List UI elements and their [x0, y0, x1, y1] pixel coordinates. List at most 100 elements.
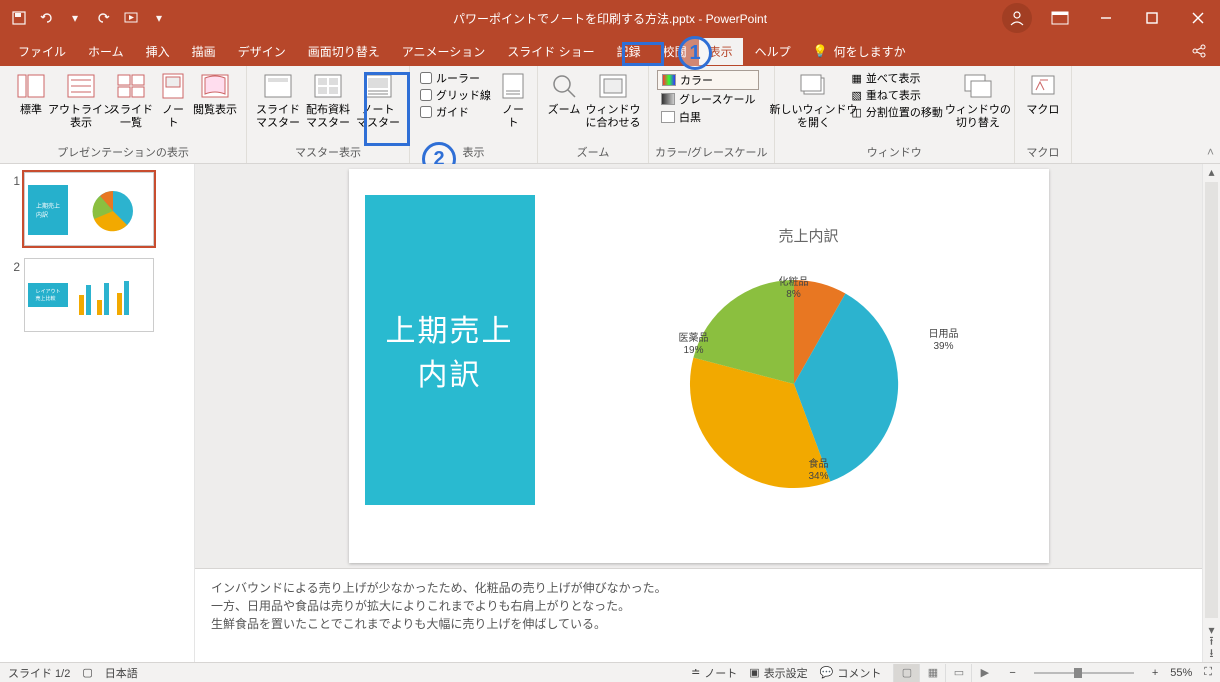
tab-design[interactable]: デザイン [228, 38, 296, 65]
slide-title-block[interactable]: 上期売上 内訳 [365, 195, 535, 505]
gridlines-checkbox[interactable]: グリッド線 [420, 87, 491, 103]
fit-to-window-icon[interactable]: ⛶ [1204, 666, 1212, 679]
tab-view[interactable]: 表示 [699, 38, 743, 65]
group-macro: マクロ マクロ [1015, 66, 1072, 163]
status-bar: スライド 1/2 ▢ 日本語 ≐ノート ▣表示設定 💬コメント ▢ ▦ ▭ ▶ … [0, 662, 1220, 682]
notes-pane-button[interactable]: ノー ト [495, 68, 531, 132]
thumbnail-1[interactable]: 上期売上内訳 [24, 172, 154, 246]
guides-checkbox[interactable]: ガイド [420, 104, 491, 120]
notes-page-button[interactable]: ノー ト [156, 68, 190, 132]
next-slide-icon[interactable]: ⭳ [1203, 646, 1220, 662]
normal-view-icon[interactable]: ▢ [893, 664, 919, 682]
undo-icon[interactable] [36, 7, 58, 29]
tell-me[interactable]: 💡 何をしますか [803, 38, 916, 65]
outline-view-button[interactable]: アウトライン 表示 [56, 68, 106, 132]
start-from-beginning-icon[interactable] [120, 7, 142, 29]
display-settings[interactable]: ▣表示設定 [749, 665, 807, 681]
zoom-value[interactable]: 55% [1170, 667, 1192, 679]
group-presentation-views: 標準 アウトライン 表示 スライド 一覧 ノー ト 閲覧表示 プレゼンテーション… [0, 66, 247, 163]
zoom-slider[interactable] [1034, 672, 1134, 674]
display-icon: ▣ [749, 666, 759, 679]
reading-view-button[interactable]: 閲覧表示 [190, 68, 240, 119]
thumb-number: 1 [4, 172, 20, 188]
ribbon-tabs: ファイル ホーム 挿入 描画 デザイン 画面切り替え アニメーション スライド … [0, 36, 1220, 66]
qat-customize-icon[interactable]: ▾ [148, 7, 170, 29]
tell-me-label: 何をしますか [834, 43, 906, 60]
undo-dropdown-icon[interactable]: ▾ [64, 7, 86, 29]
macros-button[interactable]: マクロ [1021, 68, 1065, 119]
pie-label-daily: 日用品39% [929, 329, 959, 353]
save-icon[interactable] [8, 7, 30, 29]
collapse-ribbon-icon[interactable]: ˄ [1207, 145, 1214, 159]
comments-toggle[interactable]: 💬コメント [820, 665, 882, 681]
reading-view-icon[interactable]: ▭ [945, 664, 971, 682]
language-indicator[interactable]: 日本語 [105, 665, 138, 681]
bw-mode-button[interactable]: 白黒 [657, 108, 759, 126]
zoom-out-button[interactable]: − [1009, 667, 1015, 679]
group-show: ルーラー グリッド線 ガイド ノー ト 表示 [410, 66, 538, 163]
vertical-scrollbar[interactable]: ▴ ▾ ⭱ ⭳ [1202, 164, 1220, 662]
notes-pane[interactable]: インバウンドによる売り上げが少なかったため、化粧品の売り上げが伸びなかった。 一… [195, 568, 1202, 662]
ruler-checkbox[interactable]: ルーラー [420, 70, 491, 86]
editor-area: 上期売上 内訳 売上内訳 化粧品8% 日用品39% [195, 164, 1202, 662]
thumbnail-2[interactable]: レイアウト売上比較 [24, 258, 154, 332]
tab-help[interactable]: ヘルプ [745, 38, 801, 65]
quick-access-toolbar: ▾ ▾ [0, 7, 178, 29]
cascade-icon: ▧ [852, 89, 862, 102]
scroll-up-icon[interactable]: ▴ [1203, 164, 1220, 180]
fit-window-button[interactable]: ウィンドウ に合わせる [584, 68, 642, 132]
notes-master-button[interactable]: ノート マスター [353, 68, 403, 132]
handout-master-button[interactable]: 配布資料 マスター [303, 68, 353, 132]
slide-master-button[interactable]: スライド マスター [253, 68, 303, 132]
pie-chart[interactable] [679, 269, 909, 499]
new-window-button[interactable]: 新しいウィンドウ を開く [781, 68, 847, 132]
pie-label-medicine: 医薬品19% [679, 333, 709, 357]
slide-sorter-button[interactable]: スライド 一覧 [106, 68, 156, 132]
tab-slideshow[interactable]: スライド ショー [497, 38, 604, 65]
account-avatar[interactable] [1002, 3, 1032, 33]
tab-insert[interactable]: 挿入 [136, 38, 180, 65]
slide-indicator[interactable]: スライド 1/2 [8, 665, 70, 681]
group-color: カラー グレースケール 白黒 カラー/グレースケール [649, 66, 775, 163]
color-mode-button[interactable]: カラー [657, 70, 759, 90]
grayscale-mode-button[interactable]: グレースケール [657, 90, 759, 108]
comment-icon: 💬 [820, 666, 834, 679]
pie-label-cosmetics: 化粧品8% [779, 277, 809, 301]
chart-title[interactable]: 売上内訳 [778, 225, 838, 246]
slide-canvas[interactable]: 上期売上 内訳 売上内訳 化粧品8% 日用品39% [349, 169, 1049, 563]
maximize-button[interactable] [1130, 0, 1174, 36]
redo-icon[interactable] [92, 7, 114, 29]
slide-thumbnails: 1 上期売上内訳 2 レイアウト売上比較 [0, 164, 195, 662]
slideshow-view-icon[interactable]: ▶ [971, 664, 997, 682]
zoom-button[interactable]: ズーム [544, 68, 584, 119]
tab-home[interactable]: ホーム [78, 38, 134, 65]
switch-window-button[interactable]: ウィンドウの 切り替え [948, 68, 1008, 132]
notes-toggle[interactable]: ≐ノート [691, 665, 737, 681]
ribbon: 標準 アウトライン 表示 スライド 一覧 ノー ト 閲覧表示 プレゼンテーション… [0, 66, 1220, 164]
tab-review[interactable]: 校閲 [653, 38, 697, 65]
arrange-all-button[interactable]: ▦並べて表示 [849, 70, 946, 86]
workspace: 1 上期売上内訳 2 レイアウト売上比較 [0, 164, 1220, 662]
sorter-view-icon[interactable]: ▦ [919, 664, 945, 682]
ribbon-display-icon[interactable] [1038, 0, 1082, 36]
tab-draw[interactable]: 描画 [182, 38, 226, 65]
split-icon: ◫ [852, 106, 862, 119]
tab-file[interactable]: ファイル [8, 38, 76, 65]
title-bar: ▾ ▾ パワーポイントでノートを印刷する方法.pptx - PowerPoint [0, 0, 1220, 36]
notes-icon: ≐ [691, 666, 700, 679]
arrange-icon: ▦ [852, 72, 862, 85]
minimize-button[interactable] [1084, 0, 1128, 36]
move-split-button[interactable]: ◫分割位置の移動 [849, 104, 946, 120]
close-button[interactable] [1176, 0, 1220, 36]
spellcheck-icon[interactable]: ▢ [82, 666, 92, 679]
tab-record[interactable]: 記録 [607, 38, 651, 65]
tab-animations[interactable]: アニメーション [392, 38, 496, 65]
document-title: パワーポイントでノートを印刷する方法.pptx - PowerPoint [453, 10, 767, 27]
zoom-in-button[interactable]: + [1152, 667, 1158, 679]
share-button[interactable] [1186, 38, 1212, 64]
group-zoom: ズーム ウィンドウ に合わせる ズーム [538, 66, 649, 163]
view-buttons: ▢ ▦ ▭ ▶ [893, 664, 997, 682]
lightbulb-icon: 💡 [813, 44, 828, 58]
tab-transitions[interactable]: 画面切り替え [298, 38, 390, 65]
cascade-button[interactable]: ▧重ねて表示 [849, 87, 946, 103]
